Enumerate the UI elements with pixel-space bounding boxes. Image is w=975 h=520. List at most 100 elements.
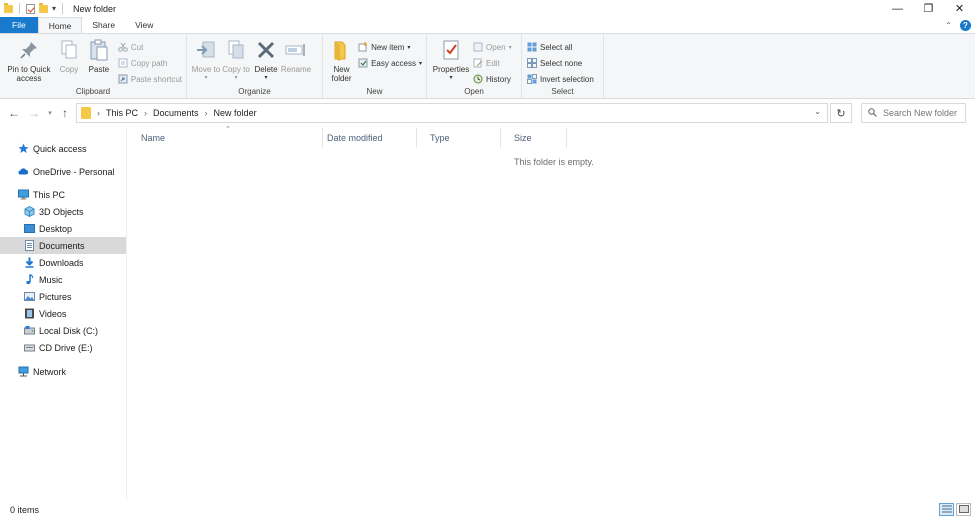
window-controls: — ❐ ✕ [882,0,975,17]
column-header-size[interactable]: Size [501,128,567,148]
nav-label: Local Disk (C:) [39,325,99,336]
open-button[interactable]: Open ▾ [473,40,512,54]
details-view-button[interactable] [939,503,954,516]
cut-label: Cut [130,42,144,52]
folder-icon [81,107,91,119]
properties-icon [440,39,462,61]
new-item-button[interactable]: New item ▾ [358,40,422,54]
column-label: Name [141,133,166,143]
copy-path-button[interactable]: Copy path [118,56,182,70]
paste-shortcut-label: Paste shortcut [130,74,183,84]
nav-item-3d-objects[interactable]: 3D Objects [0,203,126,220]
paste-shortcut-icon [118,74,128,84]
clipboard-group: Pin to Quick access Copy Paste Cut Copy … [0,34,187,98]
address-dropdown-icon[interactable]: ⌄ [814,107,821,116]
new-group-label: New [366,87,383,96]
paste-shortcut-button[interactable]: Paste shortcut [118,72,182,86]
delete-icon [255,39,277,61]
address-bar[interactable]: › This PC › Documents › New folder ⌄ [76,103,828,123]
large-icons-view-button[interactable] [956,503,971,516]
column-header-type[interactable]: Type [417,128,501,148]
status-bar: 0 items [0,500,975,520]
collapse-ribbon-icon[interactable]: ⌃ [945,21,952,30]
nav-item-this-pc[interactable]: This PC [0,186,126,203]
tab-view[interactable]: View [125,17,163,33]
nav-label: This PC [33,189,66,200]
breadcrumb-new-folder[interactable]: New folder [214,108,257,118]
tab-file[interactable]: File [0,17,38,33]
easy-access-label: Easy access [371,58,416,68]
large-icons-view-icon [958,504,969,515]
nav-item-local-disk[interactable]: Local Disk (C:) [0,322,126,339]
empty-folder-message: This folder is empty. [514,157,594,167]
nav-item-music[interactable]: Music [0,271,126,288]
forward-arrow-icon: → [28,106,40,120]
title-bar: ▾ New folder — ❐ ✕ [0,0,975,17]
edit-button[interactable]: Edit [473,56,512,70]
maximize-button[interactable]: ❐ [913,0,944,17]
new-folder-icon[interactable] [39,2,48,13]
select-none-button[interactable]: Select none [527,56,594,70]
easy-access-button[interactable]: Easy access ▾ [358,56,422,70]
up-button[interactable]: ↑ [58,105,72,121]
paste-label: Paste [88,65,110,74]
refresh-button[interactable]: ↻ [830,103,852,123]
select-all-button[interactable]: Select all [527,40,594,54]
minimize-button[interactable]: — [882,0,913,17]
cloud-icon [18,166,29,177]
nav-label: Music [39,274,63,285]
computer-icon [18,189,29,200]
search-box[interactable] [861,103,968,123]
desktop-icon [24,223,35,234]
music-icon [24,273,35,285]
nav-item-downloads[interactable]: Downloads [0,254,126,271]
back-button[interactable]: ← [7,105,21,121]
nav-label: Quick access [33,143,87,154]
nav-item-videos[interactable]: Videos [0,305,126,322]
up-arrow-icon: ↑ [62,106,68,120]
tab-share[interactable]: Share [82,17,125,33]
invert-selection-button[interactable]: Invert selection [527,72,594,86]
invert-selection-icon [527,74,537,84]
properties-icon[interactable] [26,3,35,14]
select-group-label: Select [551,87,574,96]
column-header-date-modified[interactable]: Date modified [314,128,417,148]
nav-item-quick-access[interactable]: Quick access [0,140,126,157]
open-label: Open [486,42,506,52]
column-label: Type [430,133,450,143]
scissors-icon [118,42,128,52]
breadcrumb-documents[interactable]: Documents [153,108,199,118]
help-icon[interactable]: ? [960,19,971,31]
nav-item-onedrive[interactable]: OneDrive - Personal [0,163,126,180]
search-input[interactable] [883,108,968,118]
open-icon [473,42,483,52]
nav-label: Desktop [39,223,73,234]
cube-icon [24,205,35,218]
column-header-name[interactable]: ⌃ Name [128,126,323,148]
nav-item-cd-drive[interactable]: CD Drive (E:) [0,339,126,356]
customize-toolbar-icon[interactable]: ▾ [52,4,56,13]
breadcrumb-this-pc[interactable]: This PC [106,108,138,118]
toolbar-divider [62,3,64,14]
nav-item-desktop[interactable]: Desktop [0,220,126,237]
toolbar-divider [19,3,20,14]
organize-group-label: Organize [238,87,271,96]
nav-label: CD Drive (E:) [39,342,93,353]
nav-item-network[interactable]: Network [0,363,126,380]
clipboard-group-label: Clipboard [75,87,111,96]
forward-button[interactable]: → [27,105,41,121]
history-label: History [486,74,511,84]
cut-button[interactable]: Cut [118,40,182,54]
history-icon [473,74,483,84]
move-to-icon [195,39,217,61]
tab-home[interactable]: Home [37,17,83,33]
nav-item-documents[interactable]: Documents [0,237,126,254]
close-button[interactable]: ✕ [944,0,975,17]
nav-label: Pictures [39,291,72,302]
chevron-right-icon: › [144,108,148,118]
nav-item-pictures[interactable]: Pictures [0,288,126,305]
download-icon [24,257,35,268]
recent-locations-button[interactable]: ▾ [43,105,57,121]
quick-access-toolbar: ▾ [0,2,65,14]
history-button[interactable]: History [473,72,512,86]
